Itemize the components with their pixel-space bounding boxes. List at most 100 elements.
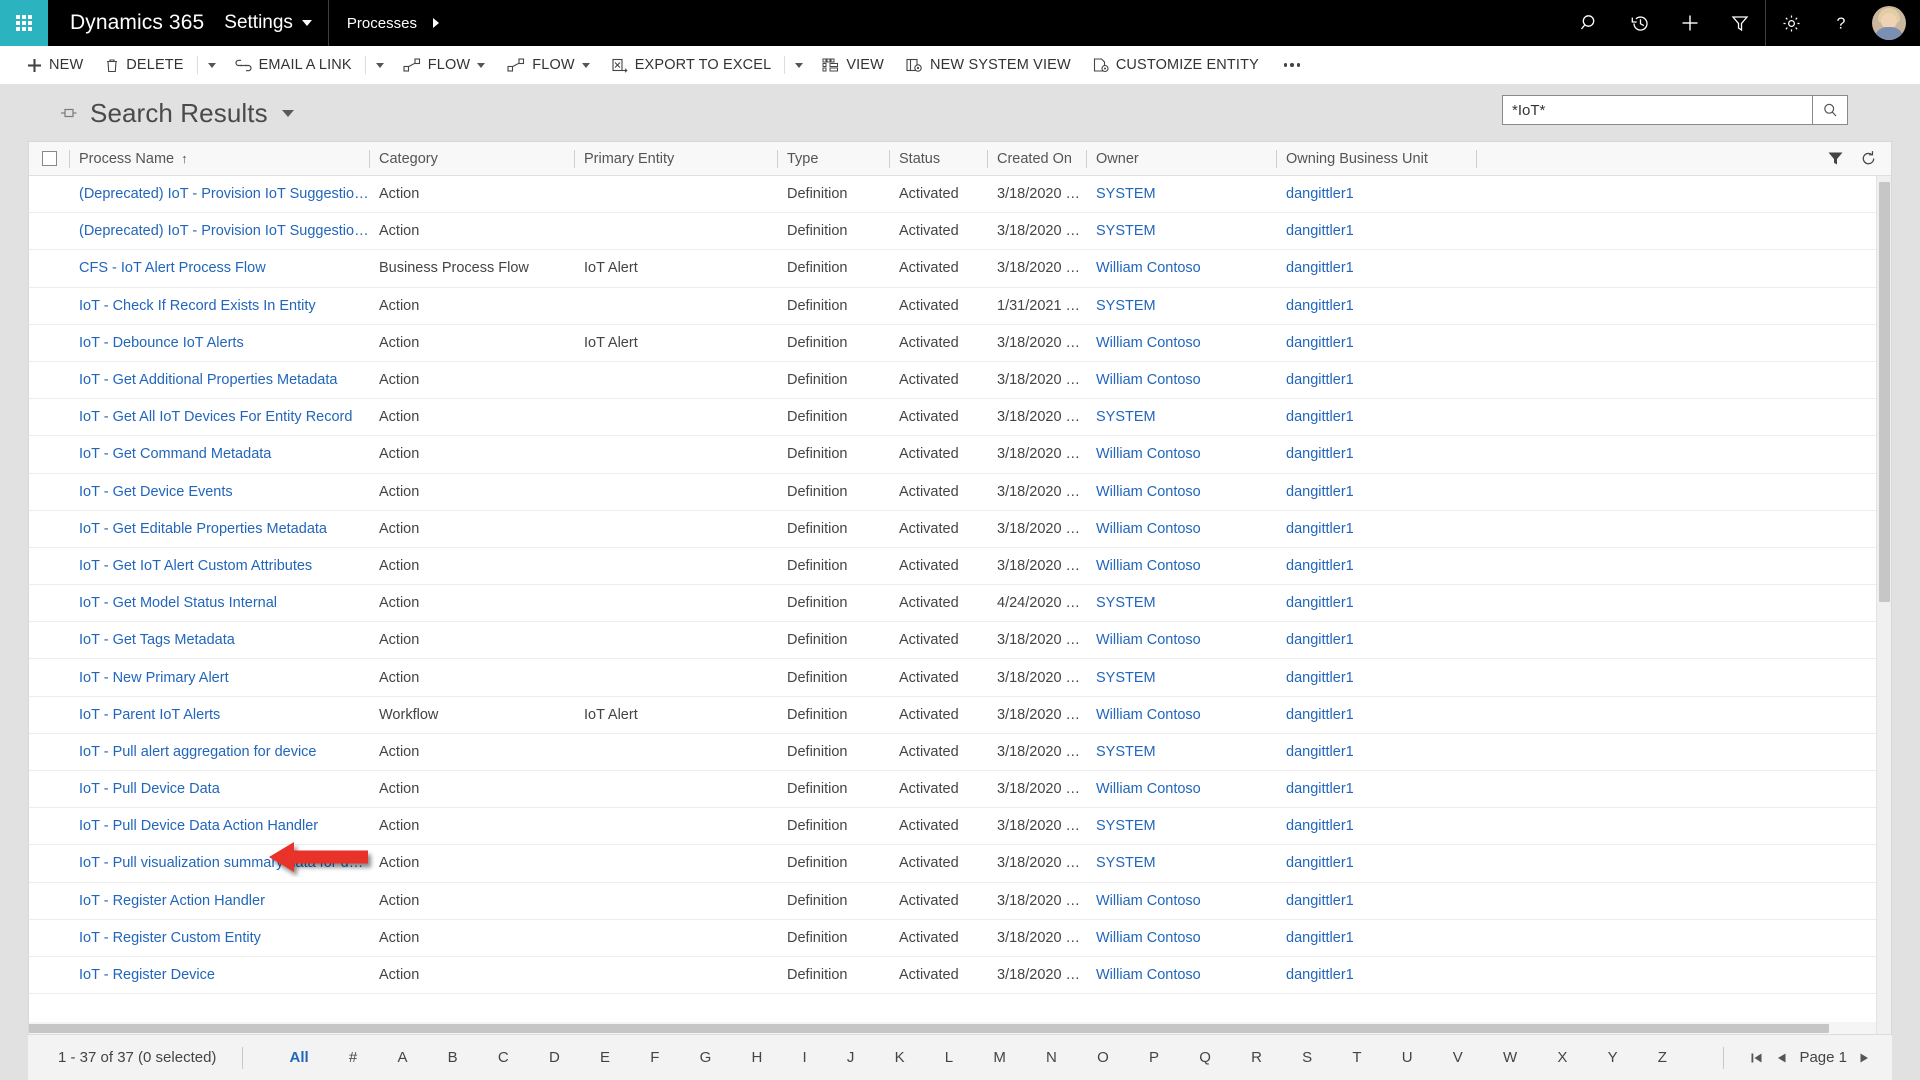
- table-row[interactable]: (Deprecated) IoT - Provision IoT Suggest…: [29, 213, 1891, 251]
- vertical-scrollbar[interactable]: [1876, 176, 1891, 1034]
- cell-process-name[interactable]: IoT - Get Device Events: [69, 484, 369, 500]
- column-header-owner[interactable]: Owner: [1086, 142, 1276, 176]
- delete-dropdown[interactable]: [200, 46, 224, 85]
- cell-owning-business-unit[interactable]: dangittler1: [1276, 260, 1476, 276]
- email-a-link-button[interactable]: EMAIL A LINK: [224, 46, 363, 85]
- cell-owner[interactable]: William Contoso: [1086, 781, 1276, 797]
- table-row[interactable]: (Deprecated) IoT - Provision IoT Suggest…: [29, 176, 1891, 214]
- alpha-index-l[interactable]: L: [945, 1049, 953, 1066]
- alpha-index-h[interactable]: H: [751, 1049, 762, 1066]
- cell-process-name[interactable]: IoT - New Primary Alert: [69, 670, 369, 686]
- next-page-button[interactable]: [1859, 1051, 1870, 1065]
- cell-owner[interactable]: William Contoso: [1086, 446, 1276, 462]
- alpha-index-z[interactable]: Z: [1658, 1049, 1667, 1066]
- cell-process-name[interactable]: IoT - Get IoT Alert Custom Attributes: [69, 558, 369, 574]
- search-icon[interactable]: [1565, 0, 1615, 46]
- search-button[interactable]: [1812, 95, 1848, 125]
- alpha-index-s[interactable]: S: [1302, 1049, 1312, 1066]
- cell-owning-business-unit[interactable]: dangittler1: [1276, 744, 1476, 760]
- cell-owner[interactable]: William Contoso: [1086, 558, 1276, 574]
- cell-process-name[interactable]: IoT - Get Additional Properties Metadata: [69, 372, 369, 388]
- alpha-index-b[interactable]: B: [448, 1049, 458, 1066]
- email-a-link-dropdown[interactable]: [368, 46, 392, 85]
- flow-button-2[interactable]: FLOW: [496, 46, 601, 85]
- cell-process-name[interactable]: IoT - Get Tags Metadata: [69, 632, 369, 648]
- table-row[interactable]: IoT - Register Action Handler Action Defin…: [29, 883, 1891, 920]
- cell-owner[interactable]: SYSTEM: [1086, 855, 1276, 871]
- table-row[interactable]: IoT - Register Device Action Definition Act…: [29, 957, 1891, 995]
- alpha-index-e[interactable]: E: [600, 1049, 610, 1066]
- cell-owning-business-unit[interactable]: dangittler1: [1276, 670, 1476, 686]
- previous-page-button[interactable]: [1776, 1051, 1787, 1065]
- cell-process-name[interactable]: (Deprecated) IoT - Provision IoT Suggest…: [69, 186, 369, 202]
- history-icon[interactable]: [1615, 0, 1665, 46]
- cell-process-name[interactable]: IoT - Get All IoT Devices For Entity Rec…: [69, 409, 369, 425]
- cell-process-name[interactable]: IoT - Get Model Status Internal: [69, 595, 369, 611]
- column-header-process-name[interactable]: Process Name ↑: [69, 142, 369, 176]
- app-launcher-button[interactable]: [0, 0, 48, 46]
- view-selector-chevron-down-icon[interactable]: [281, 109, 294, 117]
- cell-owning-business-unit[interactable]: dangittler1: [1276, 484, 1476, 500]
- cell-process-name[interactable]: IoT - Parent IoT Alerts: [69, 707, 369, 723]
- cell-owning-business-unit[interactable]: dangittler1: [1276, 409, 1476, 425]
- column-header-created-on[interactable]: Created On: [987, 142, 1086, 176]
- cell-owning-business-unit[interactable]: dangittler1: [1276, 558, 1476, 574]
- table-row[interactable]: IoT - Get Editable Properties Metadata Ac…: [29, 511, 1891, 548]
- filter-icon[interactable]: [1827, 151, 1844, 166]
- cell-owning-business-unit[interactable]: dangittler1: [1276, 521, 1476, 537]
- cell-process-name[interactable]: IoT - Get Editable Properties Metadata: [69, 521, 369, 537]
- cell-owner[interactable]: William Contoso: [1086, 335, 1276, 351]
- table-row[interactable]: IoT - Register Custom Entity Action Defini…: [29, 920, 1891, 957]
- alpha-index-c[interactable]: C: [498, 1049, 509, 1066]
- cell-process-name[interactable]: IoT - Register Device: [69, 967, 369, 983]
- horizontal-scrollbar-thumb[interactable]: [29, 1024, 1829, 1033]
- alpha-index-m[interactable]: M: [993, 1049, 1006, 1066]
- alpha-index-i[interactable]: I: [803, 1049, 807, 1066]
- cell-process-name[interactable]: IoT - Check If Record Exists In Entity: [69, 298, 369, 314]
- cell-process-name[interactable]: IoT - Pull visualization summary data fo…: [69, 855, 369, 871]
- cell-process-name[interactable]: IoT - Get Command Metadata: [69, 446, 369, 462]
- column-header-owning-business-unit[interactable]: Owning Business Unit: [1276, 142, 1476, 176]
- cell-owning-business-unit[interactable]: dangittler1: [1276, 632, 1476, 648]
- alpha-index-v[interactable]: V: [1453, 1049, 1463, 1066]
- column-header-status[interactable]: Status: [889, 142, 987, 176]
- alpha-index-k[interactable]: K: [895, 1049, 905, 1066]
- cell-owner[interactable]: William Contoso: [1086, 967, 1276, 983]
- cell-owning-business-unit[interactable]: dangittler1: [1276, 818, 1476, 834]
- cell-process-name[interactable]: IoT - Pull alert aggregation for device: [69, 744, 369, 760]
- alpha-index-hash[interactable]: #: [349, 1049, 357, 1066]
- cell-owner[interactable]: William Contoso: [1086, 372, 1276, 388]
- cell-owning-business-unit[interactable]: dangittler1: [1276, 967, 1476, 983]
- table-row[interactable]: IoT - Pull Device Data Action Handler Act…: [29, 808, 1891, 846]
- vertical-scrollbar-thumb[interactable]: [1879, 182, 1890, 602]
- cell-owning-business-unit[interactable]: dangittler1: [1276, 446, 1476, 462]
- table-row[interactable]: IoT - Check If Record Exists In Entity Ac…: [29, 288, 1891, 325]
- alpha-index-n[interactable]: N: [1046, 1049, 1057, 1066]
- table-row[interactable]: IoT - Get All IoT Devices For Entity Rec…: [29, 399, 1891, 437]
- column-header-primary-entity[interactable]: Primary Entity: [574, 142, 777, 176]
- pin-icon[interactable]: [60, 106, 78, 120]
- flow-button-1[interactable]: FLOW: [392, 46, 497, 85]
- cell-owner[interactable]: SYSTEM: [1086, 223, 1276, 239]
- table-row[interactable]: IoT - Get IoT Alert Custom Attributes Act…: [29, 548, 1891, 586]
- cell-owning-business-unit[interactable]: dangittler1: [1276, 335, 1476, 351]
- select-all-header[interactable]: [29, 142, 69, 176]
- cell-owning-business-unit[interactable]: dangittler1: [1276, 223, 1476, 239]
- cell-owner[interactable]: SYSTEM: [1086, 744, 1276, 760]
- table-row[interactable]: IoT - Get Model Status Internal Action Def…: [29, 585, 1891, 623]
- alpha-index-a[interactable]: A: [397, 1049, 407, 1066]
- cell-owning-business-unit[interactable]: dangittler1: [1276, 781, 1476, 797]
- cell-owner[interactable]: SYSTEM: [1086, 595, 1276, 611]
- table-row[interactable]: IoT - Get Command Metadata Action Definiti…: [29, 436, 1891, 474]
- alpha-index-u[interactable]: U: [1402, 1049, 1413, 1066]
- cell-owner[interactable]: SYSTEM: [1086, 818, 1276, 834]
- cell-owner[interactable]: William Contoso: [1086, 260, 1276, 276]
- filter-icon[interactable]: [1715, 0, 1765, 46]
- first-page-button[interactable]: [1750, 1051, 1764, 1065]
- cell-process-name[interactable]: IoT - Pull Device Data: [69, 781, 369, 797]
- more-commands-button[interactable]: [1270, 46, 1315, 85]
- table-row[interactable]: IoT - New Primary Alert Action Definition A…: [29, 659, 1891, 697]
- new-system-view-button[interactable]: NEW SYSTEM VIEW: [895, 46, 1082, 85]
- cell-owning-business-unit[interactable]: dangittler1: [1276, 893, 1476, 909]
- alpha-index-j[interactable]: J: [847, 1049, 855, 1066]
